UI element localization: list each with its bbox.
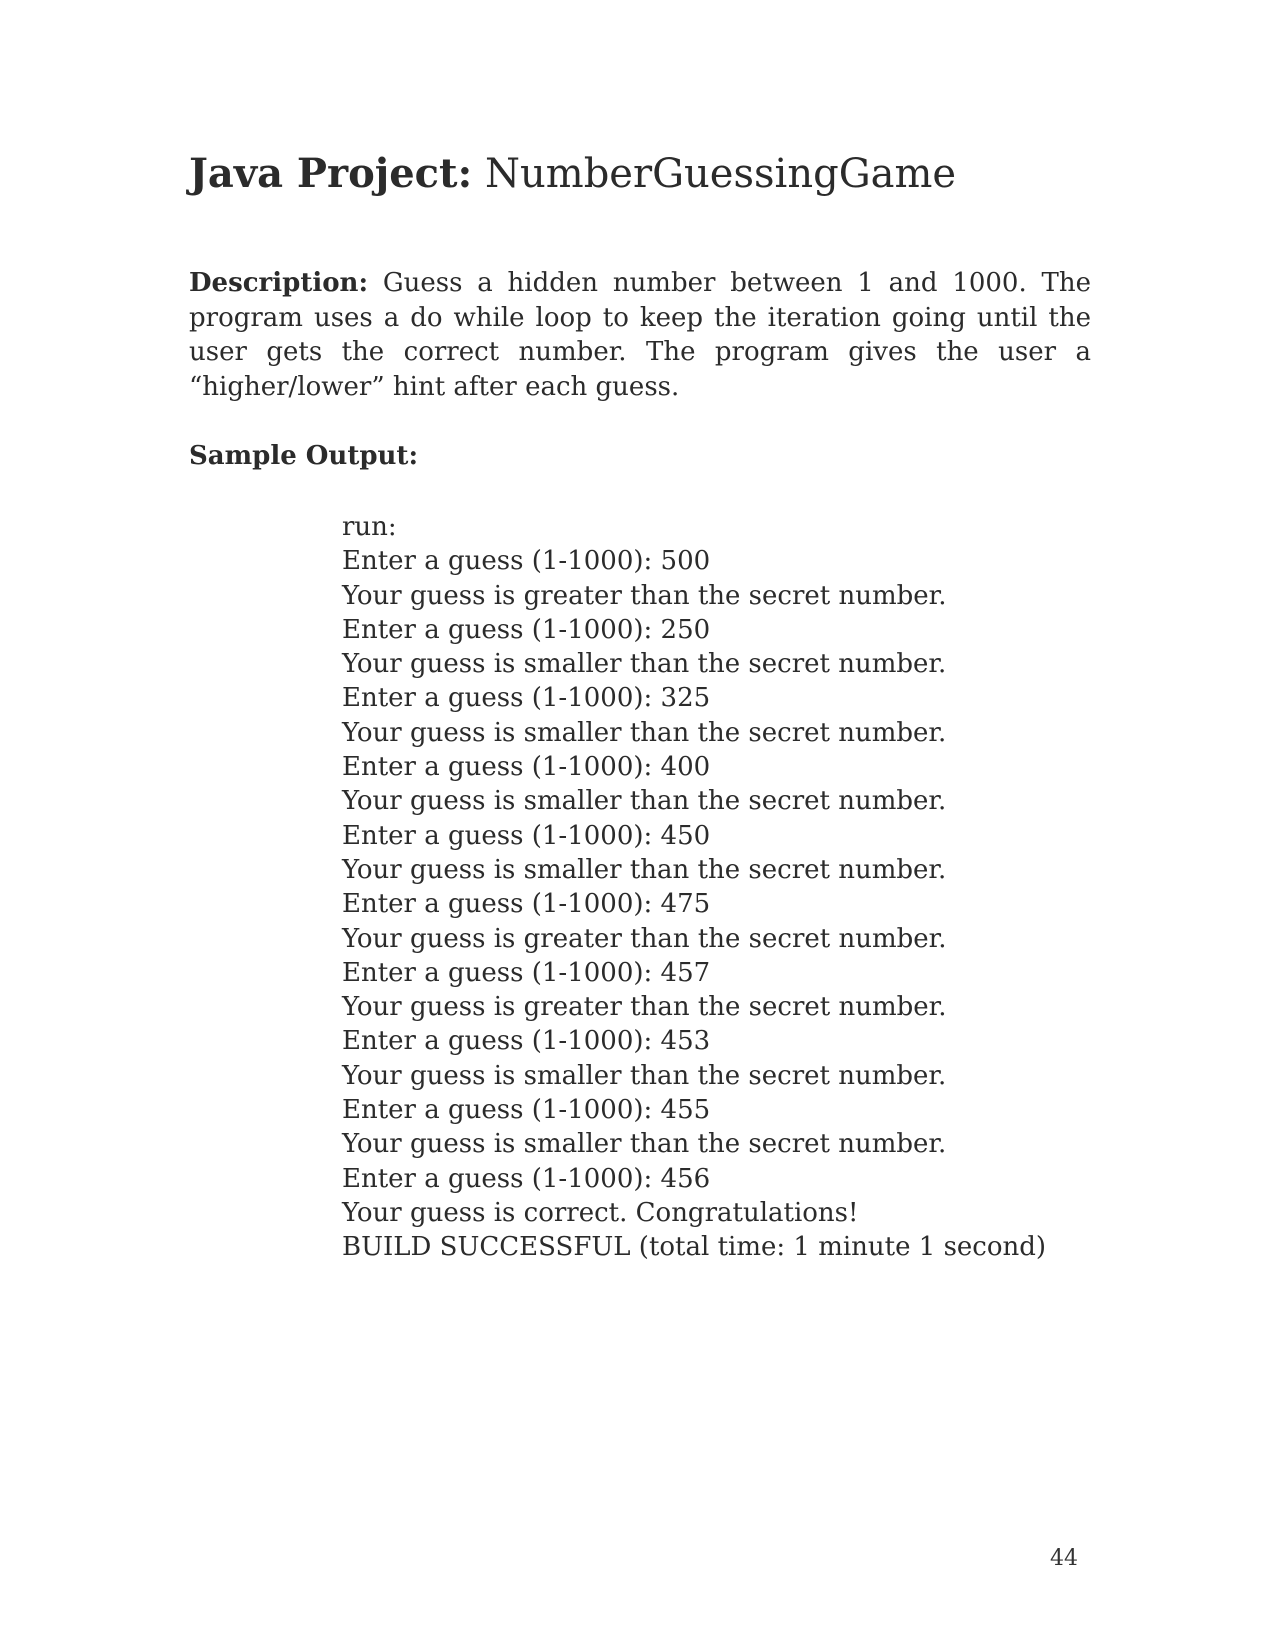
output-line: Enter a guess (1-1000): 250 [342, 614, 711, 645]
page-number: 44 [1050, 1546, 1078, 1571]
output-line: run: [342, 512, 397, 542]
output-line: Enter a guess (1-1000): 456 [342, 1163, 711, 1194]
description-label: Description: [189, 268, 369, 298]
output-line: Enter a guess (1-1000): 325 [342, 683, 711, 714]
output-line: Enter a guess (1-1000): 450 [342, 820, 711, 851]
output-line: Enter a guess (1-1000): 453 [342, 1026, 711, 1057]
output-line: Your guess is greater than the secret nu… [342, 580, 947, 611]
output-line: Your guess is smaller than the secret nu… [342, 717, 947, 748]
sample-output-heading: Sample Output: [189, 441, 419, 471]
output-line: Enter a guess (1-1000): 457 [342, 957, 711, 988]
output-line: Enter a guess (1-1000): 455 [342, 1095, 711, 1126]
output-line: Your guess is smaller than the secret nu… [342, 1129, 947, 1160]
output-line: Your guess is smaller than the secret nu… [342, 786, 947, 817]
output-line: Enter a guess (1-1000): 500 [342, 546, 711, 577]
output-line: Your guess is greater than the secret nu… [342, 923, 947, 954]
page-title: Java Project: NumberGuessingGame [189, 150, 957, 197]
output-line: Your guess is smaller than the secret nu… [342, 649, 947, 680]
output-line: Enter a guess (1-1000): 400 [342, 752, 711, 783]
output-line: Your guess is greater than the secret nu… [342, 992, 947, 1023]
description-paragraph: Description: Guess a hidden number betwe… [189, 266, 1091, 404]
title-label: Java Project: [189, 150, 473, 197]
project-name: NumberGuessingGame [485, 151, 957, 197]
output-line: Enter a guess (1-1000): 475 [342, 889, 711, 920]
output-line: Your guess is smaller than the secret nu… [342, 854, 947, 885]
output-line: Your guess is correct. Congratulations! [342, 1197, 859, 1228]
output-line: Your guess is smaller than the secret nu… [342, 1060, 947, 1091]
document-page: Java Project: NumberGuessingGame Descrip… [0, 0, 1275, 1650]
output-line: BUILD SUCCESSFUL (total time: 1 minute 1… [342, 1232, 1047, 1263]
sample-output-block: run: Enter a guess (1-1000): 500 Your gu… [342, 510, 1046, 1265]
